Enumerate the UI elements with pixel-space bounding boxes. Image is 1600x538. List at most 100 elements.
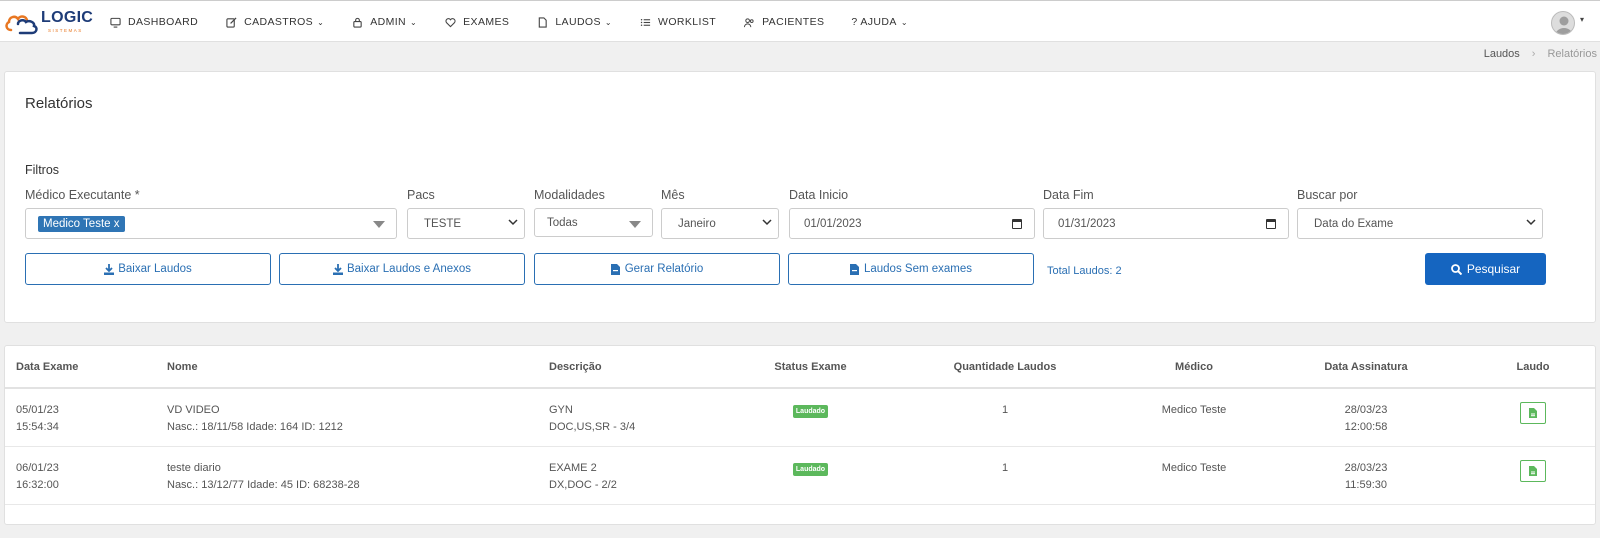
pesquisar-button[interactable]: Pesquisar	[1425, 253, 1546, 285]
data-fim-value: 01/31/2023	[1058, 217, 1116, 230]
mes-label: Mês	[661, 188, 685, 202]
nav-ajuda[interactable]: ? AJUDA ⌄	[851, 16, 908, 28]
patient-info: Nasc.: 13/12/77 Idade: 45 ID: 68238-28	[167, 478, 360, 491]
chevron-down-icon: ⌄	[900, 17, 908, 27]
patient-info: Nasc.: 18/11/58 Idade: 164 ID: 1212	[167, 421, 343, 433]
file-pdf-icon	[610, 263, 621, 275]
exam-date: 05/01/23	[16, 404, 59, 416]
col-descricao[interactable]: Descrição	[538, 346, 738, 389]
mes-value: Janeiro	[678, 217, 716, 230]
sign-date: 28/03/23	[1344, 461, 1388, 474]
col-laudo[interactable]: Laudo	[1471, 346, 1595, 389]
col-status[interactable]: Status Exame	[738, 346, 883, 389]
nav-label: PACIENTES	[762, 16, 825, 28]
col-nome[interactable]: Nome	[156, 346, 538, 389]
col-quantidade[interactable]: Quantidade Laudos	[883, 346, 1127, 389]
nav-admin[interactable]: ADMIN ⌄	[351, 16, 417, 28]
buscar-por-value: Data do Exame	[1314, 217, 1394, 230]
breadcrumb: Laudos › Relatórios	[1484, 48, 1597, 60]
list-icon	[639, 16, 651, 28]
page-title: Relatórios	[25, 95, 93, 112]
file-icon	[1529, 408, 1537, 418]
nav-label: WORKLIST	[658, 16, 717, 28]
nav-laudos[interactable]: LAUDOS ⌄	[536, 16, 612, 28]
calendar-icon[interactable]	[1266, 218, 1276, 229]
chevron-down-icon: ⌄	[317, 17, 325, 27]
brand-sub: SISTEMAS	[48, 28, 83, 33]
data-inicio-input[interactable]: 01/01/2023	[789, 208, 1035, 239]
exam-time: 15:54:34	[16, 421, 59, 433]
view-laudo-button[interactable]	[1520, 402, 1546, 424]
view-laudo-button[interactable]	[1520, 459, 1546, 482]
top-navbar: LOGIC SISTEMAS DASHBOARD CADASTROS ⌄ ADM…	[0, 0, 1600, 42]
gerar-relatorio-button[interactable]: Gerar Relatório	[534, 253, 780, 285]
nav-label: CADASTROS	[244, 16, 314, 28]
table-header-row: Data Exame Nome Descrição Status Exame Q…	[5, 346, 1595, 389]
buscar-por-select[interactable]: Data do Exame	[1297, 208, 1543, 239]
col-medico[interactable]: Médico	[1127, 346, 1261, 389]
cloud-logo-icon	[5, 15, 38, 35]
breadcrumb-parent[interactable]: Laudos	[1484, 48, 1520, 60]
baixar-anexos-button[interactable]: Baixar Laudos e Anexos	[279, 253, 525, 285]
chevron-down-icon: ⌄	[410, 17, 418, 27]
status-badge: Laudado	[792, 462, 829, 476]
calendar-icon[interactable]	[1012, 218, 1022, 229]
cell-descricao: GYN DOC,US,SR - 3/4	[538, 388, 738, 447]
filters-title: Filtros	[25, 163, 60, 177]
data-fim-input[interactable]: 01/31/2023	[1043, 208, 1289, 239]
breadcrumb-current: Relatórios	[1547, 48, 1597, 60]
main-nav: DASHBOARD CADASTROS ⌄ ADMIN ⌄ EXAMES LAU…	[109, 1, 935, 43]
nav-exames[interactable]: EXAMES	[444, 16, 509, 28]
cell-laudo	[1471, 388, 1595, 447]
pacs-select[interactable]: TESTE	[407, 208, 525, 239]
baixar-laudos-button[interactable]: Baixar Laudos	[25, 253, 271, 285]
laudos-sem-exames-button[interactable]: Laudos Sem exames	[788, 253, 1034, 285]
avatar[interactable]	[1551, 11, 1575, 35]
user-avatar-icon	[1555, 16, 1573, 34]
mes-select[interactable]: Janeiro	[661, 208, 779, 239]
edit-icon	[225, 16, 237, 28]
nav-label: LAUDOS	[555, 16, 601, 28]
baixar-anexos-label: Baixar Laudos e Anexos	[346, 263, 472, 275]
file-icon	[536, 16, 548, 28]
table-row[interactable]: 05/01/23 15:54:34 VD VIDEO Nasc.: 18/11/58…	[5, 388, 1595, 447]
search-icon	[1450, 263, 1462, 275]
modalidades-select[interactable]: Todas	[534, 208, 653, 237]
sign-time: 11:59:30	[1344, 478, 1387, 491]
nav-cadastros[interactable]: CADASTROS ⌄	[225, 16, 324, 28]
tag-remove-icon[interactable]: x	[114, 218, 120, 230]
cell-descricao: EXAME 2 DX,DOC - 2/2	[538, 446, 738, 505]
col-data-assinatura[interactable]: Data Assinatura	[1261, 346, 1471, 389]
nav-label: DASHBOARD	[128, 16, 199, 28]
description-title: EXAME 2	[549, 461, 597, 474]
medico-label: Médico Executante *	[25, 188, 140, 202]
results-card: Data Exame Nome Descrição Status Exame Q…	[4, 345, 1596, 525]
cell-quantidade: 1	[883, 446, 1127, 505]
col-data-exame[interactable]: Data Exame	[5, 346, 156, 389]
table-row[interactable]: 06/01/23 16:32:00 teste diario Nasc.: 13/1…	[5, 446, 1595, 505]
cell-quantidade: 1	[883, 388, 1127, 447]
patient-name: teste diario	[167, 461, 221, 474]
avatar-caret-icon[interactable]: ▾	[1580, 15, 1584, 24]
modalidades-label: Modalidades	[534, 188, 605, 202]
total-laudos: Total Laudos: 2	[1047, 265, 1122, 277]
nav-label: EXAMES	[463, 16, 510, 28]
nav-dashboard[interactable]: DASHBOARD	[109, 16, 198, 28]
nav-pacientes[interactable]: PACIENTES	[743, 16, 824, 28]
medico-select[interactable]: Medico Teste x	[25, 208, 397, 239]
exam-time: 16:32:00	[16, 478, 59, 491]
cell-nome: teste diario Nasc.: 13/12/77 Idade: 45 ID…	[156, 446, 538, 505]
sign-date: 28/03/23	[1344, 404, 1388, 416]
description-detail: DOC,US,SR - 3/4	[549, 421, 636, 433]
dropdown-triangle-icon	[373, 221, 385, 228]
users-icon	[743, 16, 755, 28]
nav-worklist[interactable]: WORKLIST	[639, 16, 716, 28]
description-title: GYN	[549, 404, 573, 416]
patient-name: VD VIDEO	[167, 404, 220, 416]
cell-data-exame: 05/01/23 15:54:34	[5, 388, 156, 447]
dropdown-triangle-icon	[629, 221, 641, 228]
status-badge: Laudado	[792, 405, 829, 418]
logo[interactable]: LOGIC SISTEMAS	[4, 9, 93, 36]
sign-time: 12:00:58	[1344, 421, 1388, 433]
chevron-down-icon: ⌄	[604, 17, 613, 27]
